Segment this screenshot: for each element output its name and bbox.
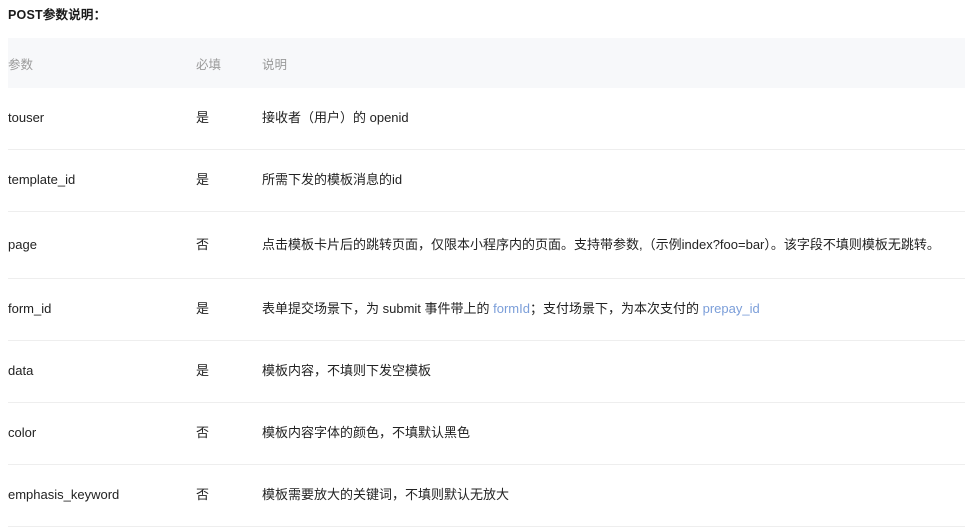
post-params-documentation-page: POST参数说明： 参数 必填 说明 touser 是 接收者（用户）的 ope…	[0, 0, 978, 527]
description-text: ；支付场景下，为本次支付的	[529, 301, 703, 317]
description-link[interactable]: prepay_id	[703, 301, 760, 316]
cell-required: 是	[196, 88, 262, 150]
cell-description: 模板内容，不填则下发空模板	[262, 340, 965, 403]
cell-description: 接收者（用户）的 openid	[262, 88, 965, 150]
table-row: color 否 模板内容字体的颜色，不填默认黑色	[8, 402, 965, 465]
cell-required: 是	[196, 278, 262, 341]
table-row: touser 是 接收者（用户）的 openid	[8, 88, 965, 150]
post-parameters-table: 参数 必填 说明 touser 是 接收者（用户）的 openid templa…	[8, 38, 965, 527]
cell-param: color	[8, 402, 196, 465]
table-row: data 是 模板内容，不填则下发空模板	[8, 340, 965, 403]
cell-description: 模板需要放大的关键词，不填则默认无放大	[262, 464, 965, 527]
cell-required: 否	[196, 211, 262, 279]
cell-description: 点击模板卡片后的跳转页面，仅限本小程序内的页面。支持带参数,（示例index?f…	[262, 211, 965, 279]
cell-description: 模板内容字体的颜色，不填默认黑色	[262, 402, 965, 465]
cell-param: form_id	[8, 278, 196, 341]
column-header-param: 参数	[8, 57, 34, 72]
cell-param: template_id	[8, 149, 196, 212]
table-row: page 否 点击模板卡片后的跳转页面，仅限本小程序内的页面。支持带参数,（示例…	[8, 211, 965, 279]
cell-param: page	[8, 211, 196, 279]
table-row: emphasis_keyword 否 模板需要放大的关键词，不填则默认无放大	[8, 464, 965, 527]
description-link[interactable]: formId	[493, 301, 530, 316]
cell-required: 否	[196, 464, 262, 527]
description-text: 表单提交场景下，为 submit 事件带上的	[262, 301, 494, 317]
cell-param: emphasis_keyword	[8, 464, 196, 527]
cell-required: 是	[196, 340, 262, 403]
cell-description: 所需下发的模板消息的id	[262, 149, 965, 212]
page-title: POST参数说明：	[8, 8, 107, 22]
cell-required: 否	[196, 402, 262, 465]
table-row: template_id 是 所需下发的模板消息的id	[8, 149, 965, 212]
table-header-row: 参数 必填 说明	[8, 38, 965, 88]
table-body: touser 是 接收者（用户）的 openid template_id 是 所…	[8, 88, 965, 527]
cell-required: 是	[196, 149, 262, 212]
table-header: 参数 必填 说明	[8, 38, 965, 88]
column-header-description: 说明	[262, 57, 288, 72]
cell-param: data	[8, 340, 196, 403]
column-header-required: 必填	[196, 57, 222, 72]
table-row: form_id 是 表单提交场景下，为 submit 事件带上的 formId；…	[8, 278, 965, 341]
cell-description: 表单提交场景下，为 submit 事件带上的 formId；支付场景下，为本次支…	[262, 278, 965, 341]
cell-param: touser	[8, 88, 196, 150]
